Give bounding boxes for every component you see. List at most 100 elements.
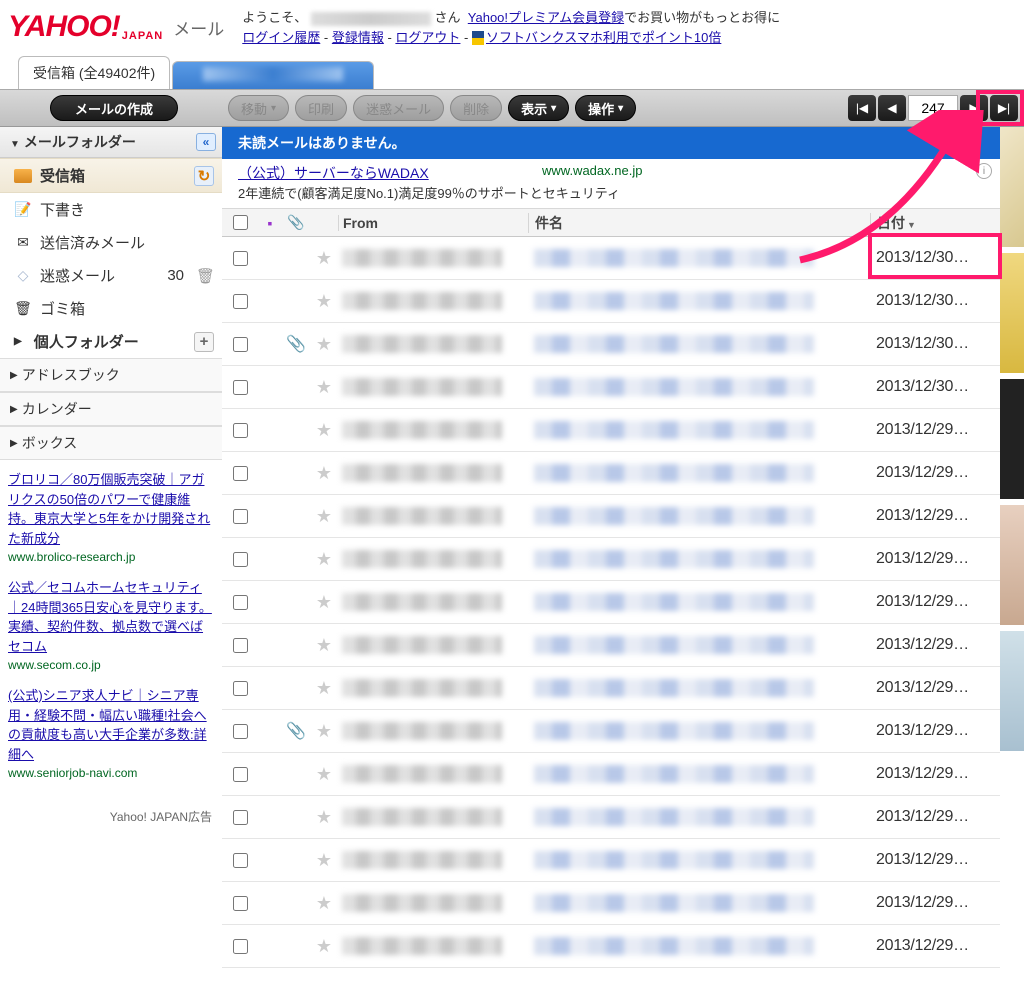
spam-button[interactable]: 迷惑メール [353,95,444,121]
right-ad-item[interactable] [1000,379,1024,499]
tab-message[interactable] [172,61,374,89]
operation-button[interactable]: 操作▾ [575,95,636,121]
select-all-checkbox[interactable] [233,215,248,230]
col-from[interactable]: From [338,215,528,231]
mail-row[interactable]: ★ 2013/12/29… [222,839,1000,882]
ad-link[interactable]: (公式)シニア求人ナビ｜シニア専用・経験不問・幅広い職種!社会への貢献度も高い大… [8,688,207,762]
premium-link[interactable]: Yahoo!プレミアム会員登録 [468,10,624,25]
refresh-button[interactable]: ↻ [194,166,214,186]
row-star[interactable]: ★ [310,721,338,742]
display-button[interactable]: 表示▾ [508,95,569,121]
row-star[interactable]: ★ [310,850,338,871]
first-page-button[interactable]: |◀ [848,95,876,121]
col-subject[interactable]: 件名 [528,213,870,233]
sidebar-folders-header[interactable]: ▼メールフォルダー « [0,127,222,158]
row-checkbox[interactable] [233,681,248,696]
sponsor-title[interactable]: （公式）サーバーならWADAX [238,165,429,181]
row-star[interactable]: ★ [310,377,338,398]
right-ad-item[interactable] [1000,631,1024,751]
ad-link[interactable]: ブロリコ／80万個販売突破｜アガリクスの50倍のパワーで健康維持。東京大学と5年… [8,472,210,546]
col-checkbox[interactable] [222,215,258,230]
page-input[interactable] [908,95,958,121]
mail-row[interactable]: ★ 2013/12/29… [222,409,1000,452]
row-star[interactable]: ★ [310,678,338,699]
row-checkbox[interactable] [233,638,248,653]
row-checkbox[interactable] [233,896,248,911]
mail-row[interactable]: ★ 2013/12/29… [222,495,1000,538]
mail-row[interactable]: ★ 2013/12/30… [222,366,1000,409]
empty-spam-button[interactable]: 🗑 [196,267,214,285]
mail-row[interactable]: ★ 2013/12/29… [222,753,1000,796]
folder-personal[interactable]: ▶ 個人フォルダー + [0,325,222,358]
row-star[interactable]: ★ [310,893,338,914]
login-history-link[interactable]: ログイン履歴 [242,30,320,45]
folder-spam[interactable]: ◇ 迷惑メール 30 🗑 [0,259,222,292]
row-star[interactable]: ★ [310,248,338,269]
mail-row[interactable]: ★ 2013/12/29… [222,581,1000,624]
mail-row[interactable]: ★ 2013/12/29… [222,538,1000,581]
row-checkbox[interactable] [233,251,248,266]
sidebar-ad-item[interactable]: ブロリコ／80万個販売突破｜アガリクスの50倍のパワーで健康維持。東京大学と5年… [8,470,214,566]
reg-info-link[interactable]: 登録情報 [332,30,384,45]
folder-inbox[interactable]: 受信箱 ↻ [0,158,222,193]
row-star[interactable]: ★ [310,592,338,613]
print-button[interactable]: 印刷 [295,95,347,121]
logo[interactable]: YAHOO! JAPAN メール [2,6,230,48]
mail-row[interactable]: ★ 2013/12/29… [222,925,1000,968]
right-ad-item[interactable] [1000,505,1024,625]
row-checkbox[interactable] [233,423,248,438]
row-star[interactable]: ★ [310,549,338,570]
mail-row[interactable]: ★ 2013/12/29… [222,667,1000,710]
softbank-link[interactable]: ソフトバンクスマホ利用でポイント10倍 [486,30,721,45]
mail-row[interactable]: ★ 2013/12/29… [222,796,1000,839]
row-star[interactable]: ★ [310,291,338,312]
row-checkbox[interactable] [233,939,248,954]
delete-button[interactable]: 削除 [450,95,502,121]
row-checkbox[interactable] [233,337,248,352]
row-checkbox[interactable] [233,466,248,481]
prev-page-button[interactable]: ◀ [878,95,906,121]
next-page-button[interactable]: ▶ [960,95,988,121]
row-checkbox[interactable] [233,552,248,567]
col-flag[interactable]: ▪ [258,215,282,231]
row-star[interactable]: ★ [310,463,338,484]
row-checkbox[interactable] [233,380,248,395]
sponsor-ad[interactable]: （公式）サーバーならWADAX www.wadax.ne.jp i 2年連続で(… [222,159,1000,209]
row-star[interactable]: ★ [310,420,338,441]
row-star[interactable]: ★ [310,936,338,957]
mail-row[interactable]: ★ 2013/12/30… [222,280,1000,323]
mail-row[interactable]: ★ 2013/12/29… [222,624,1000,667]
ad-info-icon[interactable]: i [976,163,992,179]
sidebar-ad-item[interactable]: 公式／セコムホームセキュリティ｜24時間365日安心を見守ります。実績、契約件数… [8,578,214,674]
folder-trash[interactable]: 🗑 ゴミ箱 [0,292,222,325]
compose-button[interactable]: メールの作成 [50,95,178,121]
row-checkbox[interactable] [233,509,248,524]
row-checkbox[interactable] [233,810,248,825]
ad-link[interactable]: 公式／セコムホームセキュリティ｜24時間365日安心を見守ります。実績、契約件数… [8,580,212,654]
row-star[interactable]: ★ [310,635,338,656]
right-ad-item[interactable] [1000,253,1024,373]
sidebar-calendar[interactable]: ▶カレンダー [0,392,222,426]
row-star[interactable]: ★ [310,334,338,355]
row-star[interactable]: ★ [310,807,338,828]
row-checkbox[interactable] [233,595,248,610]
logout-link[interactable]: ログアウト [395,30,460,45]
sidebar-ad-item[interactable]: (公式)シニア求人ナビ｜シニア専用・経験不問・幅広い職種!社会への貢献度も高い大… [8,686,214,782]
row-checkbox[interactable] [233,767,248,782]
add-folder-button[interactable]: + [194,332,214,352]
mail-row[interactable]: ★ 2013/12/30… [222,237,1000,280]
last-page-button[interactable]: ▶| [990,95,1018,121]
tab-inbox[interactable]: 受信箱 (全49402件) [18,56,170,89]
sidebar-box[interactable]: ▶ボックス [0,426,222,460]
folder-drafts[interactable]: 📝 下書き [0,193,222,226]
row-checkbox[interactable] [233,853,248,868]
row-star[interactable]: ★ [310,764,338,785]
mail-row[interactable]: 📎 ★ 2013/12/29… [222,710,1000,753]
mail-row[interactable]: 📎 ★ 2013/12/30… [222,323,1000,366]
folder-sent[interactable]: ✉ 送信済みメール [0,226,222,259]
row-checkbox[interactable] [233,724,248,739]
mail-row[interactable]: ★ 2013/12/29… [222,452,1000,495]
sidebar-address[interactable]: ▶アドレスブック [0,358,222,392]
col-date[interactable]: 日付▼ [870,213,1000,233]
row-star[interactable]: ★ [310,506,338,527]
